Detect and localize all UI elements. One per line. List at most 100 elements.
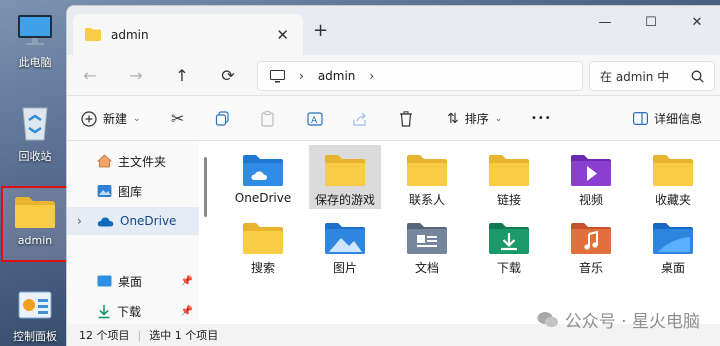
sidebar-item-desktop[interactable]: 桌面 📌: [67, 267, 199, 295]
file-item-downloads[interactable]: 下载: [473, 213, 545, 277]
sidebar-item-label: 主文件夹: [118, 154, 167, 169]
more-options-button[interactable]: •••: [531, 96, 552, 141]
home-icon: [97, 154, 112, 168]
file-explorer-window: admin ✕ + — ☐ ✕ ← → ↑ ⟳ › admin › 在 admi…: [66, 5, 720, 346]
sidebar-item-onedrive[interactable]: › OneDrive: [67, 207, 199, 235]
status-divider: |: [137, 328, 142, 342]
file-name: 联系人: [408, 193, 445, 207]
file-item-documents[interactable]: 文档: [391, 213, 463, 277]
copy-button[interactable]: [215, 96, 230, 141]
plus-circle-icon: [81, 110, 97, 127]
file-item-onedrive[interactable]: OneDrive: [227, 145, 299, 209]
share-button[interactable]: [353, 96, 368, 141]
desktop-folder-icon: [653, 223, 693, 254]
desktop-icon-label: 回收站: [18, 150, 52, 163]
desktop-icon-this-pc[interactable]: 此电脑: [4, 10, 66, 70]
back-arrow-icon[interactable]: ←: [67, 55, 113, 96]
close-tab-icon[interactable]: ✕: [276, 26, 289, 44]
folder-icon: [407, 155, 447, 186]
file-item-links[interactable]: 链接: [473, 145, 545, 209]
videos-folder-icon: [571, 155, 611, 186]
breadcrumb-admin[interactable]: admin: [318, 69, 356, 83]
navigation-pane: 主文件夹 图库 › OneDrive 桌面 📌 下载 📌: [67, 141, 199, 327]
file-item-music[interactable]: 音乐: [555, 213, 627, 277]
onedrive-folder-icon: [243, 155, 283, 186]
details-pane-icon: [633, 112, 648, 125]
new-button-label: 新建: [103, 112, 128, 126]
desktop-icon-admin[interactable]: admin: [1, 186, 69, 262]
cut-button[interactable]: ✂: [171, 96, 184, 141]
file-item-pictures[interactable]: 图片: [309, 213, 381, 277]
file-grid: OneDrive 保存的游戏 联系人 链接 视频 收藏夹 搜索 图片 文档 下载…: [215, 141, 720, 327]
pin-icon[interactable]: 📌: [181, 306, 193, 317]
music-folder-icon: [571, 223, 611, 254]
copy-icon: [215, 111, 229, 126]
download-arrow-icon: [98, 304, 110, 318]
desktop-icon-recycle-bin[interactable]: 回收站: [4, 100, 66, 164]
file-item-videos[interactable]: 视频: [555, 145, 627, 209]
desktop-icon-label: 控制面板: [13, 330, 57, 343]
file-item-desktop[interactable]: 桌面: [637, 213, 709, 277]
search-placeholder: 在 admin 中: [600, 69, 670, 84]
recycle-bin-icon: [22, 107, 48, 141]
sort-arrows-icon: ⇅: [447, 110, 459, 127]
wechat-icon: [537, 311, 558, 327]
address-bar-row: ← → ↑ ⟳ › admin › 在 admin 中: [67, 55, 720, 96]
chevron-right-icon[interactable]: ›: [369, 69, 374, 83]
file-item-favorites[interactable]: 收藏夹: [637, 145, 709, 209]
file-name: 搜索: [250, 261, 275, 275]
delete-button[interactable]: [399, 96, 413, 141]
sidebar-item-gallery[interactable]: 图库: [67, 177, 199, 205]
sidebar-item-downloads[interactable]: 下载 📌: [67, 297, 199, 325]
forward-arrow-icon[interactable]: →: [113, 55, 159, 96]
close-icon[interactable]: ✕: [674, 6, 720, 38]
file-item-contacts[interactable]: 联系人: [391, 145, 463, 209]
maximize-icon[interactable]: ☐: [628, 6, 674, 38]
file-name: OneDrive: [234, 191, 292, 205]
downloads-folder-icon: [489, 223, 529, 254]
pin-icon[interactable]: 📌: [181, 276, 193, 287]
window-controls: — ☐ ✕: [582, 6, 720, 38]
file-item-saved-games[interactable]: 保存的游戏: [309, 145, 381, 209]
monitor-icon: [270, 69, 285, 82]
file-item-searches[interactable]: 搜索: [227, 213, 299, 277]
tab-admin[interactable]: admin ✕: [73, 14, 303, 55]
up-arrow-icon[interactable]: ↑: [159, 55, 205, 96]
selected-count: 选中 1 个项目: [149, 329, 219, 342]
clipboard-icon: [261, 110, 274, 127]
search-input[interactable]: 在 admin 中: [589, 61, 715, 91]
file-name: 链接: [496, 193, 521, 207]
file-name: 图片: [332, 261, 357, 275]
desktop-icon-label: 此电脑: [18, 56, 52, 69]
sidebar-item-home[interactable]: 主文件夹: [67, 147, 199, 175]
file-name: 音乐: [578, 261, 603, 275]
navigation-scrollbar[interactable]: [204, 157, 207, 217]
control-panel-icon: [18, 291, 52, 319]
new-button[interactable]: 新建 ⌄: [81, 96, 141, 141]
more-icon: •••: [531, 113, 552, 124]
tab-title: admin: [111, 27, 149, 42]
rename-button[interactable]: A: [307, 96, 323, 141]
folder-icon: [243, 223, 283, 254]
file-name: 视频: [578, 193, 603, 207]
desktop-icon-control-panel[interactable]: 控制面板: [4, 290, 66, 344]
chevron-right-icon[interactable]: ›: [77, 214, 91, 228]
sidebar-item-label: 桌面: [118, 274, 143, 289]
chevron-down-icon: ⌄: [494, 113, 503, 124]
details-pane-button[interactable]: 详细信息: [633, 96, 702, 141]
paste-button[interactable]: [261, 96, 274, 141]
chevron-right-icon[interactable]: ›: [299, 69, 304, 83]
rename-icon: A: [307, 111, 323, 126]
file-name: 文档: [414, 261, 439, 275]
refresh-icon[interactable]: ⟳: [205, 55, 251, 96]
new-tab-button[interactable]: +: [313, 20, 328, 41]
minimize-icon[interactable]: —: [582, 6, 628, 38]
scissors-icon: ✂: [171, 109, 185, 128]
address-field[interactable]: › admin ›: [257, 61, 583, 91]
chevron-down-icon: ⌄: [133, 113, 141, 124]
title-bar: admin ✕ + — ☐ ✕: [67, 6, 720, 55]
sort-button[interactable]: ⇅ 排序 ⌄: [447, 96, 502, 141]
folder-icon: [85, 28, 101, 41]
documents-folder-icon: [407, 223, 447, 254]
folder-icon: [653, 155, 693, 186]
